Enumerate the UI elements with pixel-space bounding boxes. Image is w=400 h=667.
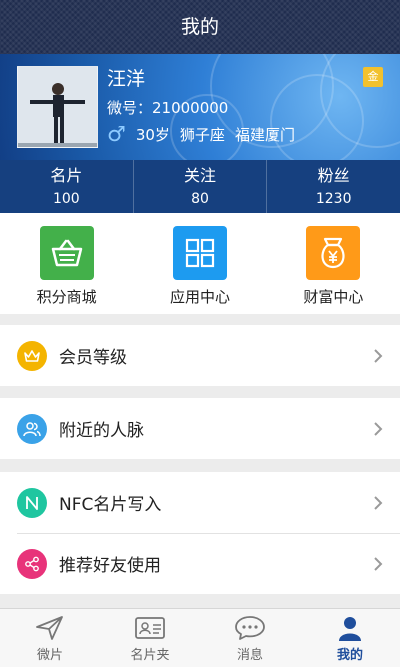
app-label: 积分商城 xyxy=(36,288,97,306)
menu-item-nfc-write[interactable]: NFC名片写入 xyxy=(0,472,400,533)
chevron-right-icon xyxy=(374,421,383,436)
user-icon xyxy=(339,617,361,641)
stat-value: 100 xyxy=(52,191,80,207)
profile-meta: ♂ 30岁 狮子座 福建厦门 xyxy=(107,124,295,145)
money-bag-icon xyxy=(306,226,361,280)
profile-wechat-id: 微号：21000000 xyxy=(107,99,229,117)
app-center[interactable]: 应用中心 xyxy=(133,213,266,314)
crown-icon xyxy=(17,340,47,371)
stat-fans[interactable]: 粉丝 1230 xyxy=(267,160,400,213)
share-icon xyxy=(17,548,47,579)
chevron-right-icon xyxy=(374,556,383,571)
menu-group-tools: NFC名片写入 推荐好友使用 xyxy=(0,472,400,594)
profile-header: 汪洋 微号：21000000 ♂ 30岁 狮子座 福建厦门 金 xyxy=(0,54,400,160)
menu-label: 推荐好友使用 xyxy=(59,556,161,576)
stat-value: 80 xyxy=(191,191,209,207)
stat-label: 关注 xyxy=(184,166,217,185)
tab-label: 微片 xyxy=(36,648,63,663)
profile-age: 30岁 xyxy=(135,126,170,144)
stat-value: 1230 xyxy=(315,191,352,207)
app-wealth-center[interactable]: 财富中心 xyxy=(267,213,400,314)
stat-label: 名片 xyxy=(50,166,83,185)
people-icon xyxy=(17,413,47,444)
menu-label: 会员等级 xyxy=(59,348,127,368)
card-holder-icon xyxy=(135,617,165,639)
app-points-mall[interactable]: 积分商城 xyxy=(0,213,133,314)
stat-label: 粉丝 xyxy=(317,166,350,185)
menu-item-recommend-friends[interactable]: 推荐好友使用 xyxy=(0,533,400,594)
profile-location: 福建厦门 xyxy=(234,126,295,144)
tab-mine[interactable]: 我的 xyxy=(300,609,400,667)
paper-plane-icon xyxy=(36,616,63,640)
menu-group-nearby: 附近的人脉 xyxy=(0,398,400,459)
tab-messages[interactable]: 消息 xyxy=(200,609,300,667)
stat-cards[interactable]: 名片 100 xyxy=(0,160,134,213)
menu-label: 附近的人脉 xyxy=(59,421,144,441)
menu-item-nearby-contacts[interactable]: 附近的人脉 xyxy=(0,398,400,459)
gold-member-badge: 金 xyxy=(363,67,383,87)
stat-following[interactable]: 关注 80 xyxy=(134,160,268,213)
avatar[interactable] xyxy=(17,66,98,148)
menu-label: NFC名片写入 xyxy=(59,495,162,515)
stats-bar: 名片 100 关注 80 粉丝 1230 xyxy=(0,160,400,213)
tab-label: 消息 xyxy=(236,648,263,663)
male-icon: ♂ xyxy=(107,122,126,146)
chevron-right-icon xyxy=(374,348,383,363)
grid-icon xyxy=(172,226,227,280)
avatar-photo xyxy=(18,67,97,147)
tab-label: 名片夹 xyxy=(130,648,170,663)
chat-bubble-icon xyxy=(235,616,265,640)
profile-zodiac: 狮子座 xyxy=(179,126,225,144)
app-label: 财富中心 xyxy=(303,288,364,306)
menu-group-member: 会员等级 xyxy=(0,325,400,386)
tab-micro-card[interactable]: 微片 xyxy=(0,609,100,667)
profile-name: 汪洋 xyxy=(107,68,146,90)
bottom-tab-bar: 微片 名片夹 消息 我的 xyxy=(0,608,400,667)
app-label: 应用中心 xyxy=(169,288,230,306)
tab-card-holder[interactable]: 名片夹 xyxy=(100,609,200,667)
page-title: 我的 xyxy=(0,0,400,54)
basket-icon xyxy=(39,226,94,280)
app-shortcuts: 积分商城 应用中心 财富中心 xyxy=(0,213,400,314)
chevron-right-icon xyxy=(374,495,383,510)
nfc-icon xyxy=(17,487,47,518)
tab-label: 我的 xyxy=(336,648,363,663)
menu-item-member-level[interactable]: 会员等级 xyxy=(0,325,400,386)
